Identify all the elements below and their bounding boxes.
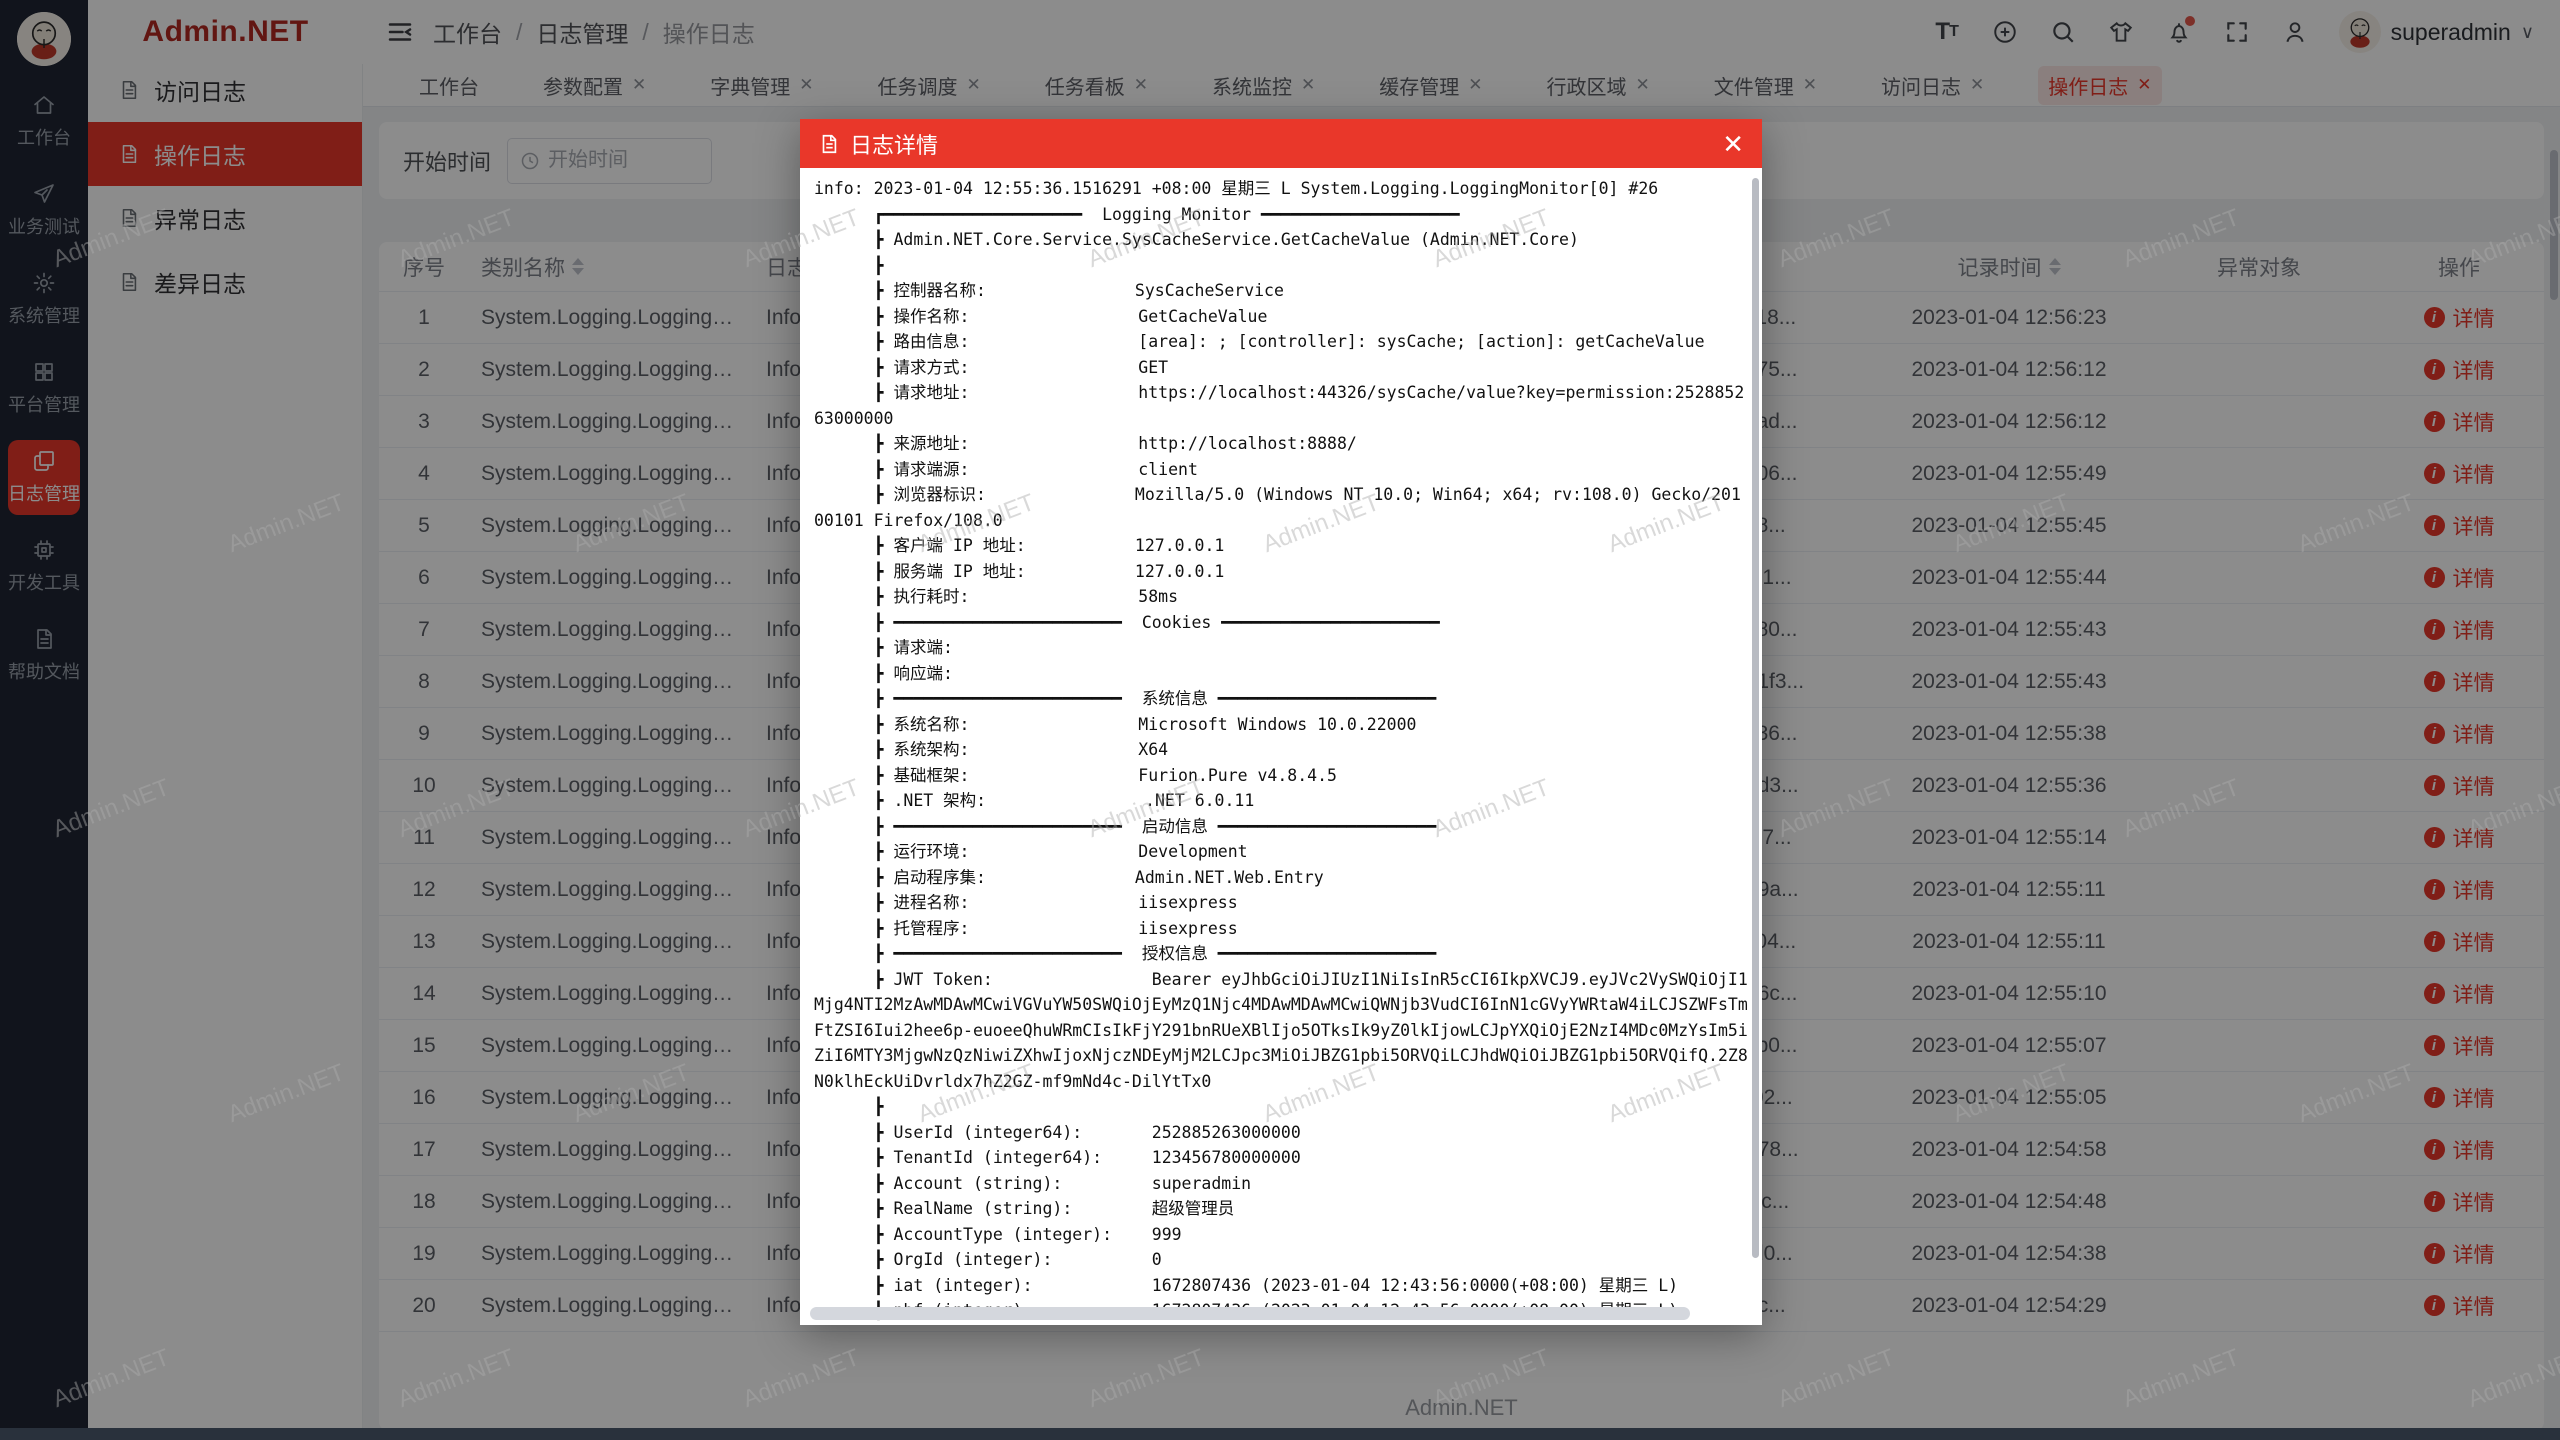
close-icon[interactable]: ✕ (1722, 131, 1744, 157)
log-text: info: 2023-01-04 12:55:36.1516291 +08:00… (814, 176, 1748, 1325)
vertical-scrollbar[interactable] (1752, 178, 1759, 1258)
dialog-title: 日志详情 (818, 128, 938, 160)
dialog-header: 日志详情 ✕ (800, 119, 1762, 168)
document-icon (818, 133, 840, 155)
log-detail-dialog: 日志详情 ✕ info: 2023-01-04 12:55:36.1516291… (800, 119, 1762, 1325)
horizontal-scrollbar[interactable] (810, 1307, 1690, 1320)
dialog-body: info: 2023-01-04 12:55:36.1516291 +08:00… (800, 168, 1762, 1325)
